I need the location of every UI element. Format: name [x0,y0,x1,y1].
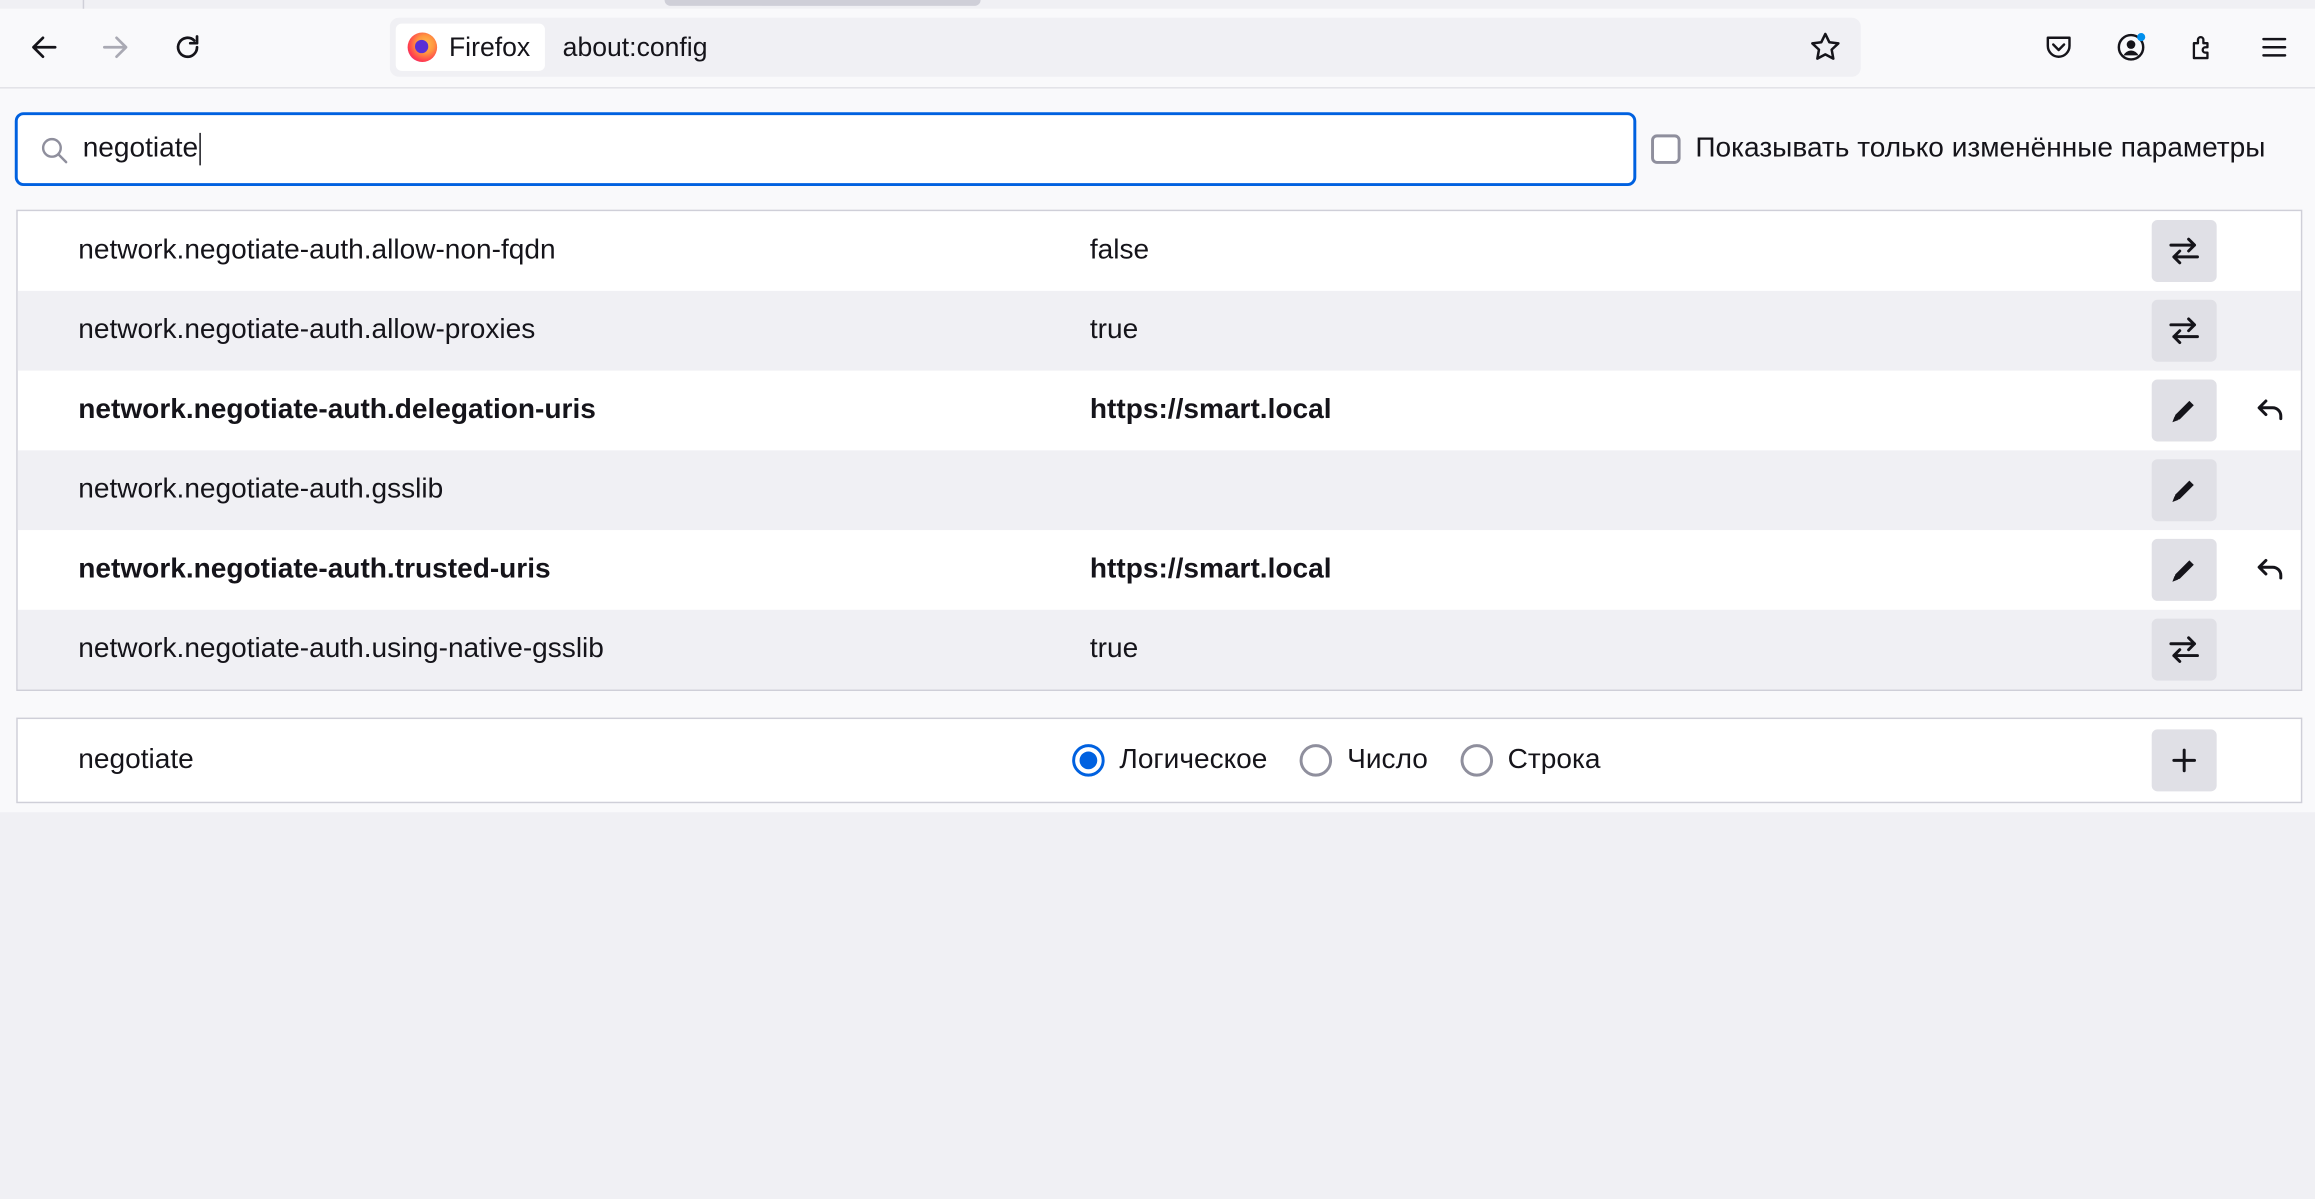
table-row: network.negotiate-auth.using-native-gssl… [17,609,2301,690]
pref-name: network.negotiate-auth.gsslib [78,473,444,505]
table-row: network.negotiate-auth.gsslib [17,450,2301,531]
toggle-button[interactable] [2151,618,2217,681]
search-input[interactable]: negotiate [14,112,1637,187]
pref-value: https://smart.local [1089,394,1332,426]
forward-arrow-icon [103,36,128,59]
pref-name: network.negotiate-auth.trusted-uris [78,553,551,585]
pref-value: true [1089,633,1139,665]
navigation-toolbar: Firefox about:config [0,8,2315,89]
table-row: network.negotiate-auth.trusted-uris http… [18,530,2301,610]
account-icon [2117,33,2146,61]
modified-only-checkbox[interactable] [1651,134,1681,164]
reload-icon [176,35,199,59]
pref-name: network.negotiate-auth.using-native-gssl… [78,633,604,665]
type-option-number[interactable]: Число [1299,744,1428,777]
tab-strip [0,0,2315,9]
plus-icon [2172,748,2197,773]
boolean-radio[interactable] [1072,744,1105,777]
hamburger-menu-icon [2262,37,2287,57]
pref-value: false [1089,234,1150,266]
pocket-button[interactable] [2032,21,2085,74]
extensions-button[interactable] [2177,21,2230,74]
url-bar[interactable]: Firefox about:config [389,17,1861,77]
active-tab-edge[interactable] [664,0,981,6]
account-button[interactable] [2104,21,2157,74]
forward-button[interactable] [89,21,142,74]
browser-window: Firefox about:config negotiate Показыват… [0,0,2315,813]
boolean-label: Логическое [1119,744,1268,776]
about-config-page: negotiate Показывать только изменённые п… [0,88,2315,813]
reset-button[interactable] [2240,379,2302,441]
table-row: network.negotiate-auth.allow-non-fqdn fa… [18,211,2301,291]
star-icon[interactable] [1808,30,1843,65]
edit-button[interactable] [2151,538,2217,601]
firefox-logo-icon [407,32,438,63]
string-label: Строка [1507,744,1601,776]
modified-only-option[interactable]: Показывать только изменённые параметры [1651,130,2265,168]
url-text[interactable]: about:config [563,18,708,77]
toggle-button[interactable] [2151,299,2217,362]
new-pref-name: negotiate [78,744,194,776]
back-arrow-icon [32,36,57,59]
pref-value: true [1089,314,1139,346]
pencil-icon [2172,400,2194,423]
toggle-arrows-icon [2169,636,2199,663]
pocket-icon [2046,36,2071,58]
type-option-boolean[interactable]: Логическое [1072,744,1268,777]
toggle-button[interactable] [2151,219,2217,283]
preferences-table: network.negotiate-auth.allow-non-fqdn fa… [16,209,2303,692]
number-radio[interactable] [1299,744,1333,777]
table-row: network.negotiate-auth.allow-proxies tru… [17,290,2301,371]
table-row: network.negotiate-auth.delegation-uris h… [18,371,2301,451]
string-radio[interactable] [1460,744,1493,777]
menu-button[interactable] [2248,21,2301,74]
undo-icon [2257,558,2283,580]
reset-button[interactable] [2240,539,2302,601]
edit-button[interactable] [2151,459,2217,522]
identity-label: Firefox [448,31,531,62]
search-input-value: negotiate [83,115,202,183]
pencil-icon [2172,560,2194,582]
identity-box[interactable]: Firefox [395,23,545,71]
number-label: Число [1347,744,1428,776]
toggle-arrows-icon [2169,237,2199,265]
edit-button[interactable] [2151,379,2217,442]
type-option-string[interactable]: Строка [1460,744,1601,777]
modified-only-label: Показывать только изменённые параметры [1695,132,2266,164]
back-button[interactable] [18,21,71,74]
toggle-arrows-icon [2169,317,2199,345]
pref-type-radio-group: Логическое Число Строка [1072,719,1633,802]
pencil-icon [2172,480,2194,503]
pref-name: network.negotiate-auth.allow-proxies [78,314,536,346]
reload-button[interactable] [161,21,214,74]
pref-value: https://smart.local [1089,553,1332,585]
tab-separator [82,0,85,9]
search-icon [41,137,68,164]
undo-icon [2257,399,2283,421]
text-caret [199,132,202,166]
pref-name: network.negotiate-auth.allow-non-fqdn [78,234,556,266]
add-button[interactable] [2151,729,2217,792]
add-preference-row: negotiate Логическое Число Строка [16,717,2303,804]
extensions-icon [2192,36,2209,60]
pref-name: network.negotiate-auth.delegation-uris [78,394,596,426]
